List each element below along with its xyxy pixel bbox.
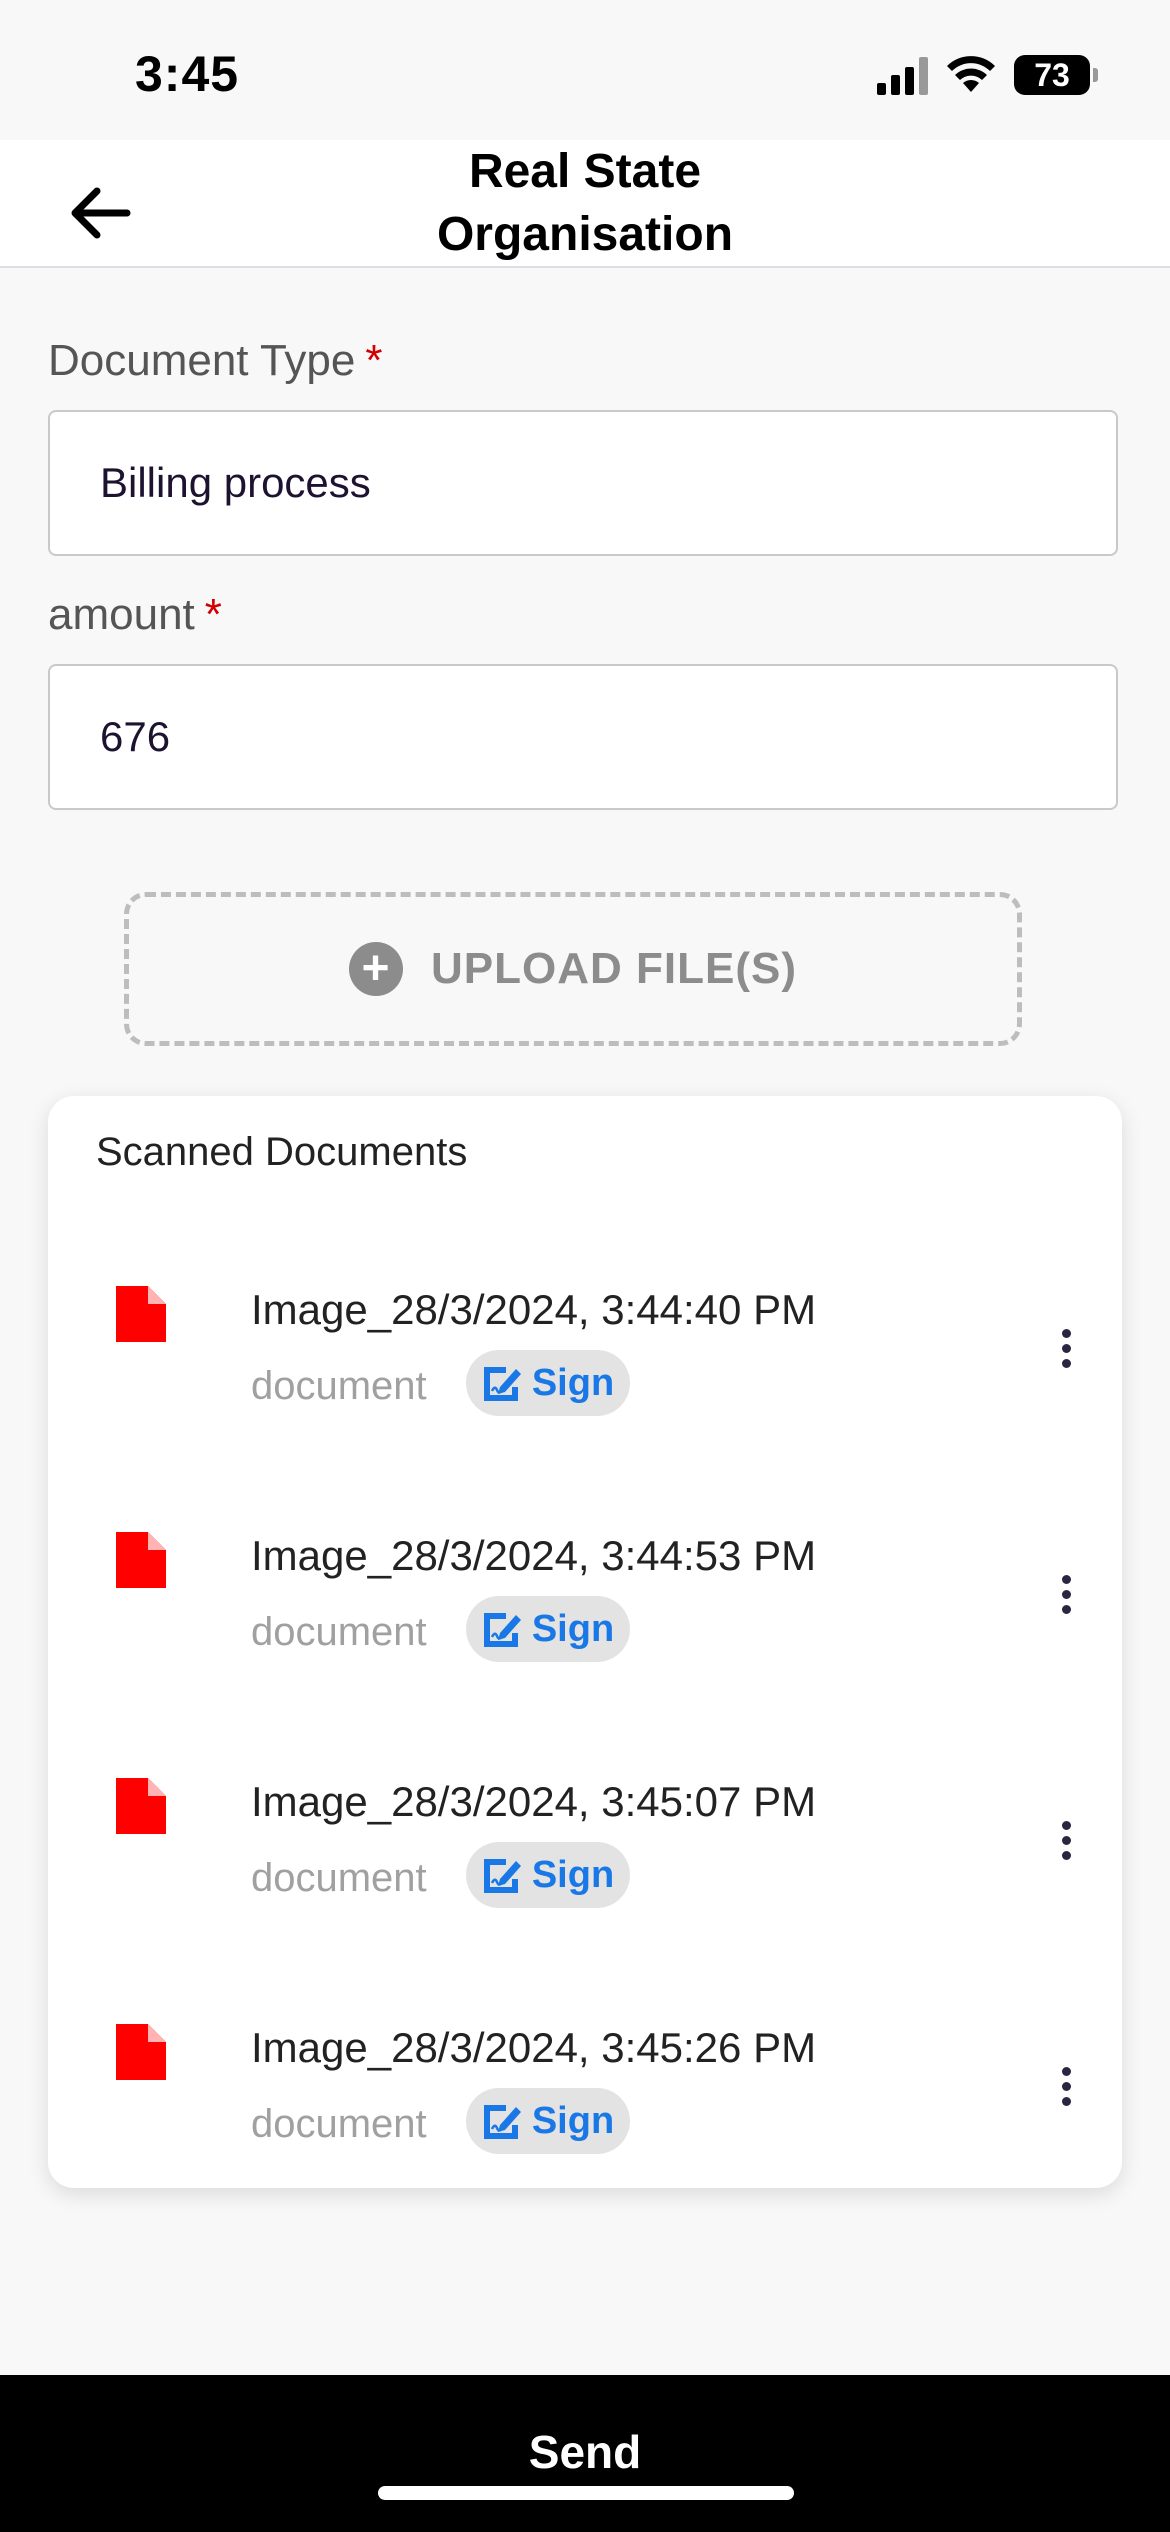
app-header: Real State Organisation (0, 140, 1170, 268)
cellular-signal-icon (877, 55, 928, 95)
back-button[interactable] (60, 178, 140, 248)
amount-label-text: amount (48, 590, 195, 639)
sign-label: Sign (531, 2099, 615, 2142)
amount-value: 676 (100, 713, 171, 760)
document-name: Image_28/3/2024, 3:45:07 PM (251, 1778, 817, 1825)
file-icon (116, 2024, 166, 2080)
more-options-icon[interactable] (1046, 1318, 1086, 1378)
battery-icon: 73 (1014, 55, 1098, 95)
status-icons: 73 (877, 55, 1098, 95)
sign-label: Sign (531, 1361, 615, 1404)
page-title: Real State Organisation (285, 140, 885, 266)
sign-label: Sign (531, 1607, 615, 1650)
send-label: Send (528, 2426, 642, 2478)
file-icon (116, 1532, 166, 1588)
home-indicator (378, 2486, 794, 2500)
wifi-icon (947, 56, 995, 92)
send-button[interactable]: Send (0, 2375, 1170, 2532)
more-options-icon[interactable] (1046, 1564, 1086, 1624)
document-name: Image_28/3/2024, 3:45:26 PM (251, 2024, 817, 2071)
signature-icon (483, 2105, 521, 2139)
scanned-documents-title: Scanned Documents (96, 1130, 468, 1174)
document-list-item[interactable]: Image_28/3/2024, 3:44:40 PM document Sig… (48, 1276, 1122, 1476)
document-type-tag: document (251, 2102, 427, 2146)
signature-icon (483, 1367, 521, 1401)
document-list-item[interactable]: Image_28/3/2024, 3:45:07 PM document Sig… (48, 1768, 1122, 1968)
document-type-input[interactable]: Billing process (48, 410, 1118, 556)
battery-level: 73 (1034, 56, 1070, 93)
document-type-value: Billing process (100, 459, 371, 506)
file-icon (116, 1778, 166, 1834)
document-type-tag: document (251, 1610, 427, 1654)
document-type-label: Document Type * (48, 336, 382, 386)
arrow-left-icon (71, 187, 131, 239)
more-options-icon[interactable] (1046, 1810, 1086, 1870)
sign-button[interactable]: Sign (466, 1842, 630, 1908)
plus-circle-icon: + (349, 942, 403, 996)
sign-button[interactable]: Sign (466, 1350, 630, 1416)
sign-label: Sign (531, 1853, 615, 1896)
scanned-documents-card: Scanned Documents Image_28/3/2024, 3:44:… (48, 1096, 1122, 2188)
more-options-icon[interactable] (1046, 2056, 1086, 2116)
upload-files-label: UPLOAD FILE(S) (431, 944, 797, 993)
amount-label: amount * (48, 590, 222, 640)
sign-button[interactable]: Sign (466, 1596, 630, 1662)
document-list-item[interactable]: Image_28/3/2024, 3:44:53 PM document Sig… (48, 1522, 1122, 1722)
required-mark: * (204, 590, 222, 639)
signature-icon (483, 1613, 521, 1647)
document-type-label-text: Document Type (48, 336, 356, 385)
document-name: Image_28/3/2024, 3:44:53 PM (251, 1532, 817, 1579)
required-mark: * (365, 336, 383, 385)
upload-files-button[interactable]: + UPLOAD FILE(S) (124, 892, 1022, 1046)
page-title-line-2: Organisation (436, 208, 734, 261)
document-list-item[interactable]: Image_28/3/2024, 3:45:26 PM document Sig… (48, 2014, 1122, 2214)
status-time: 3:45 (135, 46, 240, 102)
page-title-line-1: Real State (468, 145, 702, 198)
file-icon (116, 1286, 166, 1342)
signature-icon (483, 1859, 521, 1893)
document-type-tag: document (251, 1856, 427, 1900)
document-type-tag: document (251, 1364, 427, 1408)
document-name: Image_28/3/2024, 3:44:40 PM (251, 1286, 817, 1333)
status-bar: 3:45 73 (0, 0, 1170, 140)
sign-button[interactable]: Sign (466, 2088, 630, 2154)
amount-input[interactable]: 676 (48, 664, 1118, 810)
